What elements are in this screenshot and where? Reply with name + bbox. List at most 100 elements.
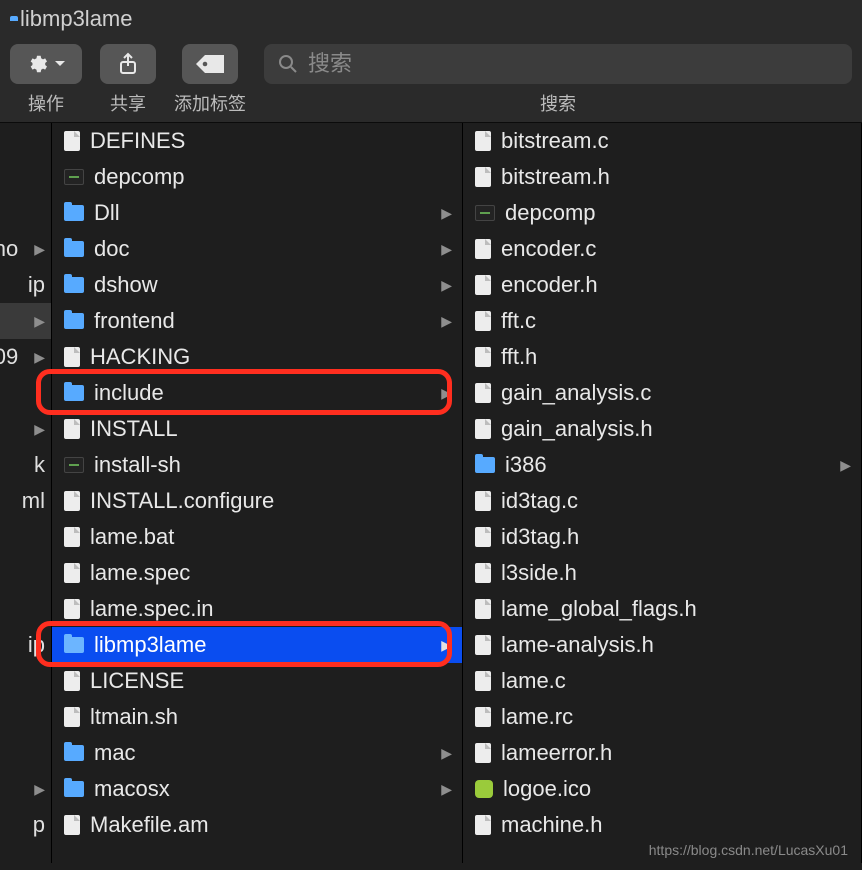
chevron-right-icon: ▶ — [441, 313, 452, 330]
list-item[interactable]: dshow▶ — [52, 267, 462, 303]
list-item[interactable]: include▶ — [52, 375, 462, 411]
list-item[interactable] — [0, 159, 51, 195]
list-item[interactable]: depcomp — [52, 159, 462, 195]
list-item[interactable]: lameerror.h — [463, 735, 861, 771]
list-item[interactable]: doc ▶ — [52, 231, 462, 267]
list-item[interactable]: Makefile.am — [52, 807, 462, 843]
item-label: Dll — [94, 200, 120, 226]
list-item[interactable]: ▶ — [0, 411, 51, 447]
list-item[interactable] — [0, 519, 51, 555]
list-item[interactable]: ltmain.sh — [52, 699, 462, 735]
list-item[interactable]: mac▶ — [52, 735, 462, 771]
column-1[interactable]: DEFINESdepcompDll▶doc▶dshow▶frontend▶HAC… — [52, 123, 463, 863]
folder-icon — [64, 241, 84, 257]
list-item[interactable]: ▶ — [0, 771, 51, 807]
list-item[interactable]: INSTALL.configure — [52, 483, 462, 519]
list-item[interactable]: lame.c — [463, 663, 861, 699]
item-label: ml — [22, 488, 45, 514]
add-tag-button[interactable] — [182, 44, 238, 84]
exec-icon — [64, 169, 84, 185]
list-item[interactable]: l3side.h — [463, 555, 861, 591]
list-item[interactable] — [0, 195, 51, 231]
list-item[interactable]: LICENSE — [52, 663, 462, 699]
list-item[interactable]: install-sh — [52, 447, 462, 483]
list-item[interactable]: logoe.ico — [463, 771, 861, 807]
list-item[interactable]: macosx▶ — [52, 771, 462, 807]
item-label: lame.spec.in — [90, 596, 214, 622]
file-icon — [475, 671, 491, 691]
list-item[interactable]: lame-analysis.h — [463, 627, 861, 663]
file-icon — [475, 419, 491, 439]
search-field[interactable] — [264, 44, 852, 84]
gear-icon — [26, 53, 48, 75]
list-item[interactable] — [0, 735, 51, 771]
file-icon — [475, 311, 491, 331]
list-item[interactable]: INSTALL — [52, 411, 462, 447]
file-icon — [64, 347, 80, 367]
list-item[interactable]: ip — [0, 627, 51, 663]
list-item[interactable]: depcomp — [463, 195, 861, 231]
chevron-right-icon: ▶ — [34, 349, 45, 366]
file-icon — [64, 599, 80, 619]
list-item[interactable]: DEFINES — [52, 123, 462, 159]
search-input[interactable] — [308, 51, 596, 77]
list-item[interactable] — [0, 375, 51, 411]
list-item[interactable]: no▶ — [0, 231, 51, 267]
share-button[interactable] — [100, 44, 156, 84]
list-item[interactable]: encoder.h — [463, 267, 861, 303]
list-item[interactable]: HACKING — [52, 339, 462, 375]
list-item[interactable] — [0, 591, 51, 627]
list-item[interactable]: fft.c — [463, 303, 861, 339]
list-item[interactable]: bitstream.c — [463, 123, 861, 159]
item-label: machine.h — [501, 812, 603, 838]
actions-button[interactable] — [10, 44, 82, 84]
list-item[interactable]: ip — [0, 267, 51, 303]
file-icon — [475, 239, 491, 259]
list-item[interactable]: libmp3lame▶ — [52, 627, 462, 663]
list-item[interactable] — [0, 123, 51, 159]
item-label: mac — [94, 740, 136, 766]
list-item[interactable]: lame.spec.in — [52, 591, 462, 627]
share-group: 共享 — [100, 44, 156, 116]
list-item[interactable]: id3tag.h — [463, 519, 861, 555]
file-icon — [64, 707, 80, 727]
item-label: doc — [94, 236, 129, 262]
list-item[interactable]: encoder.c — [463, 231, 861, 267]
column-2[interactable]: bitstream.cbitstream.hdepcompencoder.cen… — [463, 123, 862, 863]
chevron-right-icon: ▶ — [34, 241, 45, 258]
list-item[interactable] — [0, 555, 51, 591]
list-item[interactable]: lame.spec — [52, 555, 462, 591]
chevron-right-icon: ▶ — [441, 241, 452, 258]
item-label: lameerror.h — [501, 740, 612, 766]
column-0[interactable]: no▶ip▶09▶▶kmlip▶p — [0, 123, 52, 863]
item-label: k — [34, 452, 45, 478]
folder-icon — [64, 313, 84, 329]
list-item[interactable]: gain_analysis.h — [463, 411, 861, 447]
file-icon — [64, 419, 80, 439]
item-label: ip — [28, 272, 45, 298]
toolbar: 操作 共享 添加标签 搜索 — [0, 40, 862, 123]
list-item[interactable]: Dll▶ — [52, 195, 462, 231]
list-item[interactable]: k — [0, 447, 51, 483]
list-item[interactable]: gain_analysis.c — [463, 375, 861, 411]
list-item[interactable]: lame.rc — [463, 699, 861, 735]
tag-icon — [196, 55, 224, 73]
list-item[interactable]: frontend▶ — [52, 303, 462, 339]
list-item[interactable]: fft.h — [463, 339, 861, 375]
file-icon — [475, 383, 491, 403]
list-item[interactable]: 09▶ — [0, 339, 51, 375]
list-item[interactable]: p — [0, 807, 51, 843]
file-icon — [475, 347, 491, 367]
list-item[interactable]: i386▶ — [463, 447, 861, 483]
list-item[interactable]: lame.bat — [52, 519, 462, 555]
list-item[interactable]: ml — [0, 483, 51, 519]
list-item[interactable] — [0, 699, 51, 735]
list-item[interactable]: machine.h — [463, 807, 861, 843]
list-item[interactable] — [0, 663, 51, 699]
list-item[interactable]: id3tag.c — [463, 483, 861, 519]
file-icon — [64, 131, 80, 151]
list-item[interactable]: ▶ — [0, 303, 51, 339]
share-icon — [118, 52, 138, 76]
list-item[interactable]: bitstream.h — [463, 159, 861, 195]
list-item[interactable]: lame_global_flags.h — [463, 591, 861, 627]
